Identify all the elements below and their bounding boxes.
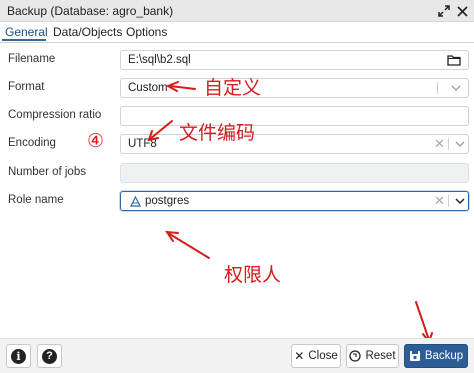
format-select[interactable]: Custom (120, 78, 469, 98)
active-tab-indicator (2, 39, 46, 41)
close-icon[interactable] (454, 3, 470, 19)
encoding-step-number: ④ (87, 130, 105, 152)
chevron-down-icon[interactable] (454, 138, 466, 150)
select-separator (448, 195, 449, 207)
filename-field[interactable]: E:\sql\b2.sql (120, 50, 469, 70)
encoding-select[interactable]: UTF8 ✕ (120, 134, 469, 154)
save-icon (409, 351, 420, 361)
user-icon (130, 196, 141, 207)
jobs-input[interactable] (120, 163, 469, 183)
tab-data-objects[interactable]: Data/Objects (53, 25, 122, 39)
chevron-down-icon[interactable] (454, 195, 466, 207)
tab-bar: General Data/Objects Options (0, 22, 474, 43)
backup-button-label: Backup (424, 350, 464, 362)
format-label: Format (8, 81, 45, 93)
close-x-icon: ✕ (294, 349, 305, 363)
dialog-footer (0, 338, 474, 373)
expand-icon[interactable] (436, 3, 452, 19)
clear-icon[interactable]: ✕ (434, 193, 445, 209)
help-button[interactable]: ? (37, 344, 62, 368)
role-arrowhead (165, 230, 179, 242)
reset-icon (349, 350, 362, 362)
close-button-label: Close (308, 350, 338, 362)
format-value: Custom (128, 82, 168, 94)
clear-icon[interactable]: ✕ (434, 136, 445, 152)
tab-general[interactable]: General (5, 25, 48, 39)
filename-label: Filename (8, 53, 56, 65)
close-button[interactable]: ✕ Close (291, 344, 341, 368)
backup-button[interactable]: Backup (404, 344, 468, 368)
jobs-label: Number of jobs (8, 166, 86, 178)
role-arrow (167, 232, 210, 259)
role-label: Role name (8, 194, 64, 206)
role-value: postgres (145, 195, 190, 207)
reset-button[interactable]: Reset (346, 344, 399, 368)
info-button[interactable]: i (6, 344, 31, 368)
role-select[interactable]: postgres ✕ (120, 191, 469, 211)
reset-button-label: Reset (365, 350, 396, 362)
encoding-annotation: 文件编码 (179, 122, 256, 144)
filename-value: E:\sql\b2.sql (128, 54, 191, 66)
compression-input[interactable] (120, 106, 469, 126)
role-annotation: 权限人 (224, 264, 282, 286)
chevron-down-icon[interactable] (450, 82, 462, 94)
format-annotation: 自定义 (204, 77, 262, 99)
info-icon: i (11, 348, 26, 364)
backup-arrow (415, 301, 430, 341)
folder-icon[interactable] (447, 54, 461, 69)
encoding-value: UTF8 (128, 138, 157, 150)
compression-label: Compression ratio (8, 109, 102, 121)
select-separator (437, 82, 438, 94)
dialog-title: Backup (Database: agro_bank) (7, 4, 174, 18)
help-icon: ? (42, 348, 57, 364)
tab-options[interactable]: Options (126, 25, 167, 39)
dialog-titlebar: Backup (Database: agro_bank) (0, 0, 474, 22)
select-separator (448, 138, 449, 150)
encoding-label: Encoding (8, 137, 56, 149)
